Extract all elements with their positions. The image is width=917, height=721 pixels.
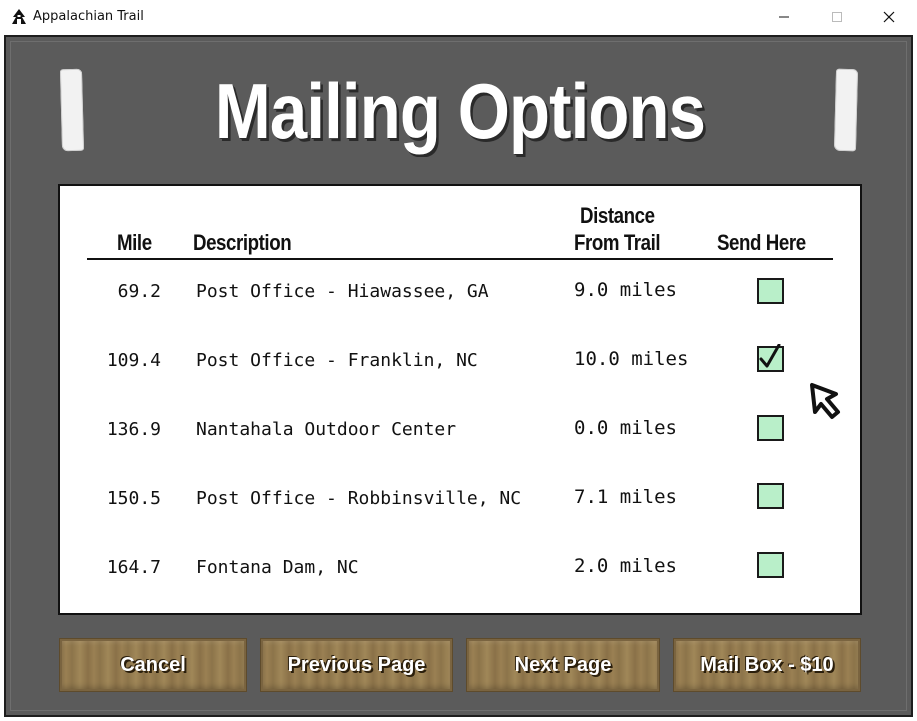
row-mile: 136.9 <box>106 419 161 440</box>
send-here-checkbox[interactable] <box>757 278 784 304</box>
send-here-checkbox[interactable] <box>757 483 784 509</box>
mail-box-button-label: Mail Box - $10 <box>700 653 834 676</box>
send-here-checkbox-checked[interactable] <box>757 344 784 372</box>
row-mile: 69.2 <box>117 281 161 302</box>
previous-page-button-label: Previous Page <box>287 653 426 676</box>
next-page-button-label: Next Page <box>514 653 612 676</box>
row-mile: 164.7 <box>106 557 161 578</box>
close-icon <box>883 11 895 23</box>
column-header-mile: Mile <box>117 230 152 255</box>
mouse-cursor-icon <box>810 383 840 419</box>
checkmark-icon <box>759 344 781 368</box>
row-description: Fontana Dam, NC <box>196 557 359 578</box>
screen-title: Mailing Options <box>214 67 706 155</box>
appalachian-trail-logo-icon <box>12 9 26 24</box>
row-distance: 7.1 miles <box>574 486 677 508</box>
minimize-icon <box>779 16 789 18</box>
cancel-button-label: Cancel <box>120 653 186 676</box>
tape-strip-left <box>59 68 85 152</box>
close-button[interactable] <box>866 0 912 34</box>
window-title: Appalachian Trail <box>33 9 144 24</box>
row-description: Post Office - Hiawassee, GA <box>196 281 489 302</box>
column-header-send-here: Send Here <box>717 230 806 255</box>
row-distance: 9.0 miles <box>574 279 677 301</box>
row-mile: 109.4 <box>106 350 161 371</box>
column-header-description: Description <box>193 230 292 255</box>
send-here-checkbox[interactable] <box>757 415 784 441</box>
row-description: Nantahala Outdoor Center <box>196 419 457 440</box>
maximize-button[interactable] <box>814 0 860 34</box>
row-description: Post Office - Franklin, NC <box>196 350 478 371</box>
row-distance: 10.0 miles <box>574 348 689 370</box>
tape-strip-right <box>833 68 859 152</box>
minimize-button[interactable] <box>761 0 807 34</box>
send-here-checkbox[interactable] <box>757 552 784 578</box>
row-description: Post Office - Robbinsville, NC <box>196 488 522 509</box>
next-page-button[interactable]: Next Page <box>466 638 660 692</box>
row-mile: 150.5 <box>106 488 161 509</box>
row-distance: 0.0 miles <box>574 417 677 439</box>
column-header-distance: Distance <box>580 203 655 228</box>
row-distance: 2.0 miles <box>574 555 677 577</box>
previous-page-button[interactable]: Previous Page <box>260 638 453 692</box>
mail-box-button[interactable]: Mail Box - $10 <box>673 638 861 692</box>
cancel-button[interactable]: Cancel <box>59 638 247 692</box>
header-divider <box>87 258 833 260</box>
window-titlebar: Appalachian Trail <box>0 0 917 34</box>
column-header-from-trail: From Trail <box>574 230 661 255</box>
maximize-icon <box>832 12 842 22</box>
